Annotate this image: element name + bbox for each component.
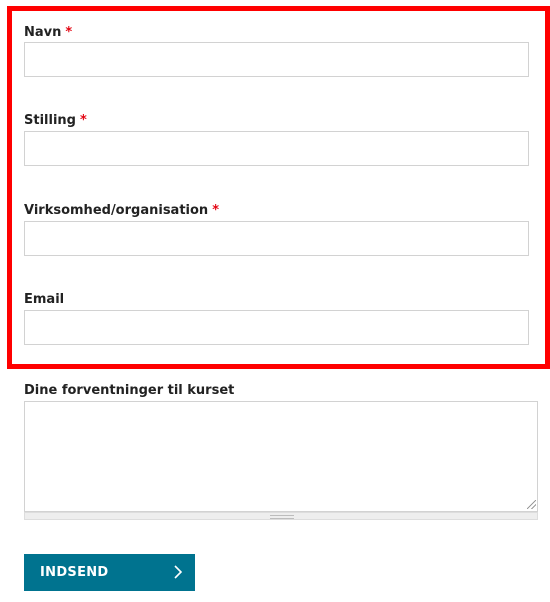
email-label: Email [24, 292, 65, 307]
organisation-label: Virksomhed/organisation * [24, 203, 219, 218]
resize-handle-icon[interactable] [527, 500, 536, 509]
required-mark: * [79, 113, 87, 128]
expectations-field [24, 401, 538, 520]
position-input[interactable] [24, 131, 529, 166]
required-mark: * [65, 25, 73, 40]
textarea-grippie[interactable] [24, 512, 538, 520]
expectations-label: Dine forventninger til kurset [24, 383, 235, 398]
submit-button[interactable]: INDSEND [24, 554, 195, 591]
position-label: Stilling * [24, 113, 87, 128]
name-label: Navn * [24, 25, 73, 40]
required-mark: * [212, 203, 219, 218]
submit-label: INDSEND [40, 565, 109, 580]
name-input[interactable] [24, 42, 529, 77]
organisation-input[interactable] [24, 221, 529, 256]
grip-lines-icon [270, 515, 294, 519]
email-input[interactable] [24, 310, 529, 345]
chevron-right-icon [174, 565, 183, 579]
expectations-textarea[interactable] [24, 401, 538, 512]
